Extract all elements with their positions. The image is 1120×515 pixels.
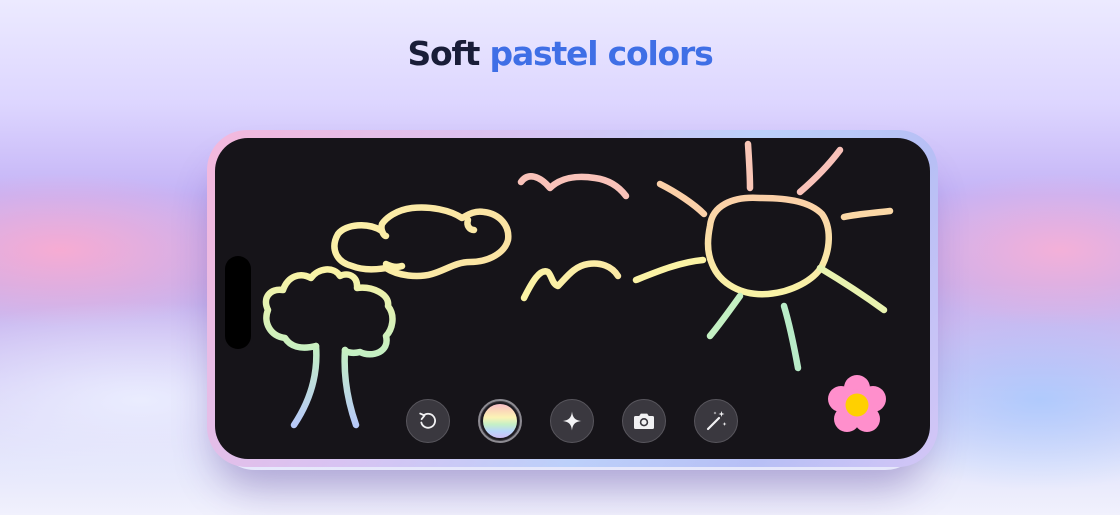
cloud-inner-mark xyxy=(464,216,478,234)
sun-body xyxy=(704,194,832,298)
magic-wand-icon xyxy=(706,411,727,431)
flower-icon[interactable] xyxy=(826,374,888,436)
undo-arrow-icon xyxy=(419,412,436,429)
sun-ray xyxy=(706,292,744,340)
sun-ray xyxy=(816,264,888,314)
dynamic-island xyxy=(225,256,251,349)
cloud xyxy=(331,204,512,280)
magic-wand-button[interactable] xyxy=(694,399,738,443)
sun-ray xyxy=(632,256,707,284)
sun-ray xyxy=(656,180,708,218)
color-picker-button[interactable] xyxy=(478,399,522,443)
camera-button[interactable] xyxy=(622,399,666,443)
sparkle-icon xyxy=(562,411,582,431)
sun-ray xyxy=(780,302,802,372)
sun-ray xyxy=(744,140,754,192)
tree-trunk-right xyxy=(341,346,360,429)
sparkle-button[interactable] xyxy=(550,399,594,443)
sun-ray xyxy=(796,146,844,196)
bird-top xyxy=(517,173,630,200)
camera-icon xyxy=(634,413,654,429)
rainbow-swatch-icon xyxy=(483,404,517,438)
cloud-inner-mark xyxy=(382,260,406,271)
tree-foliage xyxy=(262,266,396,358)
bird-bottom xyxy=(520,260,622,302)
undo-button[interactable] xyxy=(406,399,450,443)
sun-ray xyxy=(840,207,894,221)
tree-trunk-left xyxy=(290,342,320,429)
